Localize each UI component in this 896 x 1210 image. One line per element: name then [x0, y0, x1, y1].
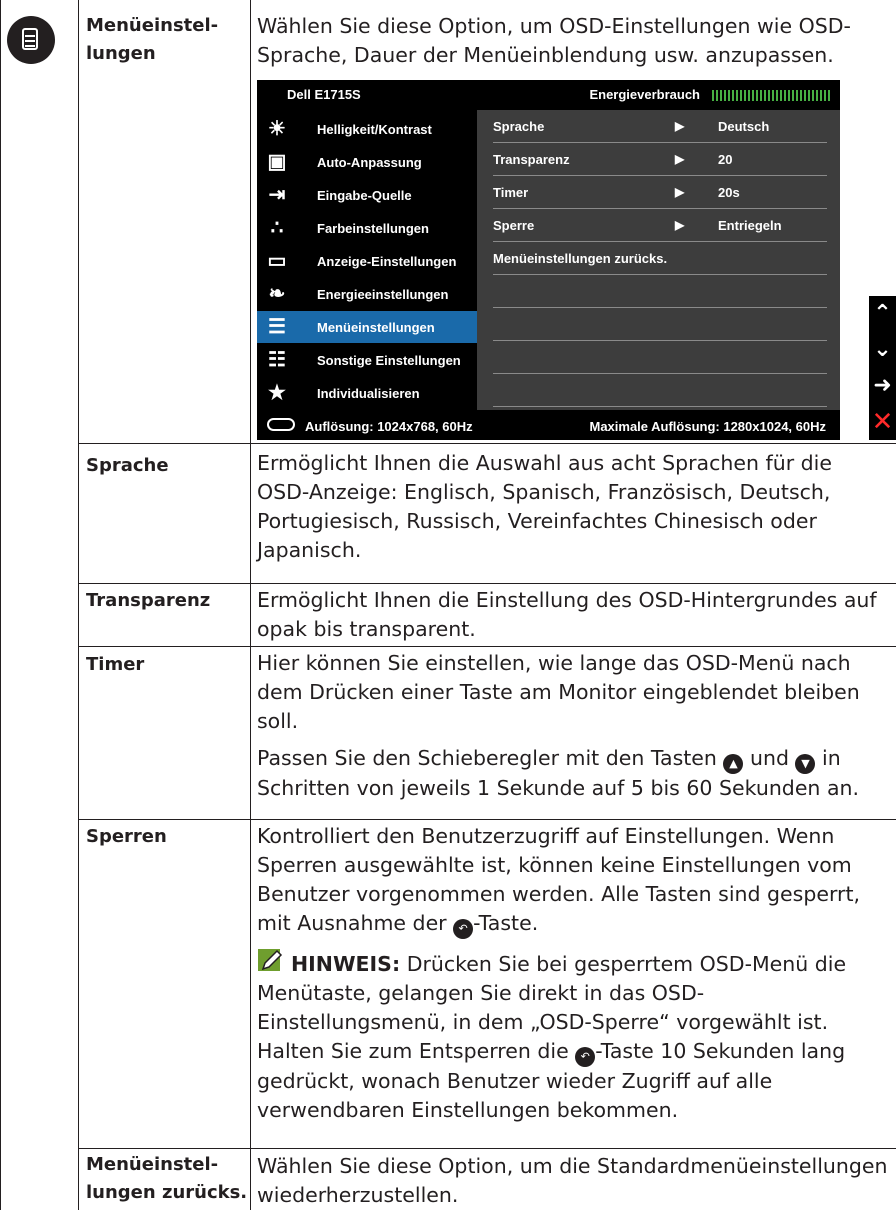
osd-setting-row[interactable]: Sprache ▶ Deutsch	[493, 110, 827, 143]
note-label: HINWEIS:	[291, 952, 401, 976]
osd-setting-value: 20	[718, 152, 733, 167]
desc-language: Ermöglicht Ihnen die Auswahl aus acht Sp…	[257, 451, 832, 562]
osd-setting-value: 20s	[718, 185, 740, 200]
osd-menu-item[interactable]: ❧ Energieeinstellungen	[257, 278, 477, 310]
vga-connector-icon	[267, 418, 295, 431]
osd-setting-row[interactable]: Menüeinstellungen zurücks.	[493, 242, 827, 275]
osd-menu-label: Auto-Anpassung	[317, 155, 422, 170]
term-timer: Timer	[86, 654, 145, 675]
row-divider	[78, 646, 896, 647]
osd-side-keys: ⌃ ⌄ ➜ ✕	[869, 296, 896, 440]
other-settings-icon: ☷	[268, 349, 286, 371]
term-lock: Sperren	[86, 826, 167, 847]
row-divider	[78, 1148, 896, 1149]
osd-menu: ☀ Helligkeit/Kontrast ▣ Auto-Anpassung ⇥ Eing…	[257, 110, 477, 410]
input-source-icon: ⇥	[268, 184, 286, 206]
osd-menu-item[interactable]: ☷ Sonstige Einstellungen	[257, 344, 477, 376]
osd-menu-item[interactable]: ☀ Helligkeit/Kontrast	[257, 113, 477, 145]
arrow-right-icon: ▶	[675, 185, 685, 199]
osd-menu-item[interactable]: ☰ Menüeinstellungen	[257, 311, 477, 343]
up-button-icon: ▲	[723, 754, 744, 774]
osd-setting-label: Sprache	[493, 119, 545, 134]
display-icon: ▭	[267, 250, 287, 272]
osd-setting-value: Entriegeln	[718, 218, 782, 233]
osd-setting-row	[493, 374, 827, 407]
osd-setting-value: Deutsch	[718, 119, 770, 134]
note-block: HINWEIS: Drücken Sie bei gesperrtem OSD-…	[257, 947, 889, 1125]
osd-setting-label: Timer	[493, 185, 529, 200]
osd-setting-row[interactable]: Sperre ▶ Entriegeln	[493, 209, 827, 242]
osd-menu-label: Helligkeit/Kontrast	[317, 122, 432, 137]
power-meter-icon	[712, 90, 832, 101]
table-column-divider-2	[250, 0, 251, 1210]
up-icon: ⌃	[873, 301, 892, 326]
osd-menu-label: Farbeinstellungen	[317, 221, 429, 236]
osd-menu-label: Anzeige-Einstellungen	[317, 254, 457, 269]
osd-resolution: Auflösung: 1024x768, 60Hz	[305, 419, 473, 434]
osd-menu-label: Eingabe-Quelle	[317, 188, 412, 203]
osd-menu-item[interactable]: ▣ Auto-Anpassung	[257, 146, 477, 178]
color-icon: ∴	[270, 217, 284, 239]
table-column-divider-1	[78, 0, 79, 1210]
term-language: Sprache	[86, 455, 169, 476]
osd-menu-label: Sonstige Einstellungen	[317, 353, 461, 368]
row-divider	[78, 443, 896, 444]
osd-menu-item[interactable]: ⇥ Eingabe-Quelle	[257, 179, 477, 211]
back-button-icon: ↶	[453, 919, 474, 939]
desc-menu-reset: Wählen Sie diese Option, um die Standard…	[257, 1154, 888, 1207]
term-menu-settings: Menüeinstel- lungen	[86, 15, 219, 64]
osd-model: Dell E1715S	[287, 87, 361, 102]
table-border-left	[0, 0, 1, 1210]
desc-menu-settings: Wählen Sie diese Option, um OSD-Einstell…	[257, 14, 851, 67]
osd-menu-item[interactable]: ▭ Anzeige-Einstellungen	[257, 245, 477, 277]
brightness-icon: ☀	[268, 118, 286, 140]
back-button-icon: ↶	[575, 1047, 596, 1067]
osd-setting-row[interactable]: Transparenz ▶ 20	[493, 143, 827, 176]
menu-settings-icon	[7, 16, 55, 64]
osd-menu-item[interactable]: ★ Individualisieren	[257, 377, 477, 409]
osd-footer: Auflösung: 1024x768, 60Hz Maximale Auflö…	[257, 410, 840, 440]
desc-lock: Kontrolliert den Benutzerzugriff auf Ein…	[257, 822, 889, 1125]
desc-timer: Hier können Sie einstellen, wie lange da…	[257, 651, 860, 800]
osd-max-resolution: Maximale Auflösung: 1280x1024, 60Hz	[589, 419, 826, 434]
osd-setting-row[interactable]: Timer ▶ 20s	[493, 176, 827, 209]
down-button-icon: ▼	[795, 754, 816, 774]
osd-setting-label: Menüeinstellungen zurücks.	[493, 251, 668, 266]
auto-adjust-icon: ▣	[267, 151, 287, 173]
row-divider	[78, 583, 896, 584]
osd-setting-row	[493, 308, 827, 341]
arrow-right-icon: ▶	[675, 218, 685, 232]
osd-setting-row	[493, 341, 827, 374]
menu-icon: ☰	[268, 316, 286, 338]
osd-power-label: Energieverbrauch	[589, 87, 700, 102]
osd-setting-label: Transparenz	[493, 152, 570, 167]
star-icon: ★	[268, 382, 286, 404]
row-divider	[78, 819, 896, 820]
osd-menu-item[interactable]: ∴ Farbeinstellungen	[257, 212, 477, 244]
enter-icon: ➜	[873, 373, 892, 398]
osd-menu-label: Individualisieren	[317, 386, 420, 401]
osd-submenu: Sprache ▶ Deutsch Transparenz ▶ 20 Timer ▶ 20s Sp…	[477, 110, 840, 410]
osd-setting-row	[493, 275, 827, 308]
osd-setting-label: Sperre	[493, 218, 535, 233]
osd-menu-label: Energieeinstellungen	[317, 287, 449, 302]
term-transparency: Transparenz	[86, 590, 211, 611]
osd-menu-label: Menüeinstellungen	[317, 320, 435, 335]
term-menu-reset: Menüeinstel- lungen zurücks.	[86, 1154, 248, 1203]
arrow-right-icon: ▶	[675, 152, 685, 166]
osd-screenshot: Dell E1715S Energieverbrauch ☀ Helligkeit…	[257, 80, 840, 440]
pencil-note-icon	[257, 947, 285, 975]
desc-transparency: Ermöglicht Ihnen die Einstellung des OSD…	[257, 588, 877, 641]
close-icon: ✕	[871, 407, 894, 437]
arrow-right-icon: ▶	[675, 119, 685, 133]
down-icon: ⌄	[873, 337, 892, 362]
osd-header: Dell E1715S Energieverbrauch	[257, 80, 840, 110]
energy-icon: ❧	[268, 283, 286, 305]
